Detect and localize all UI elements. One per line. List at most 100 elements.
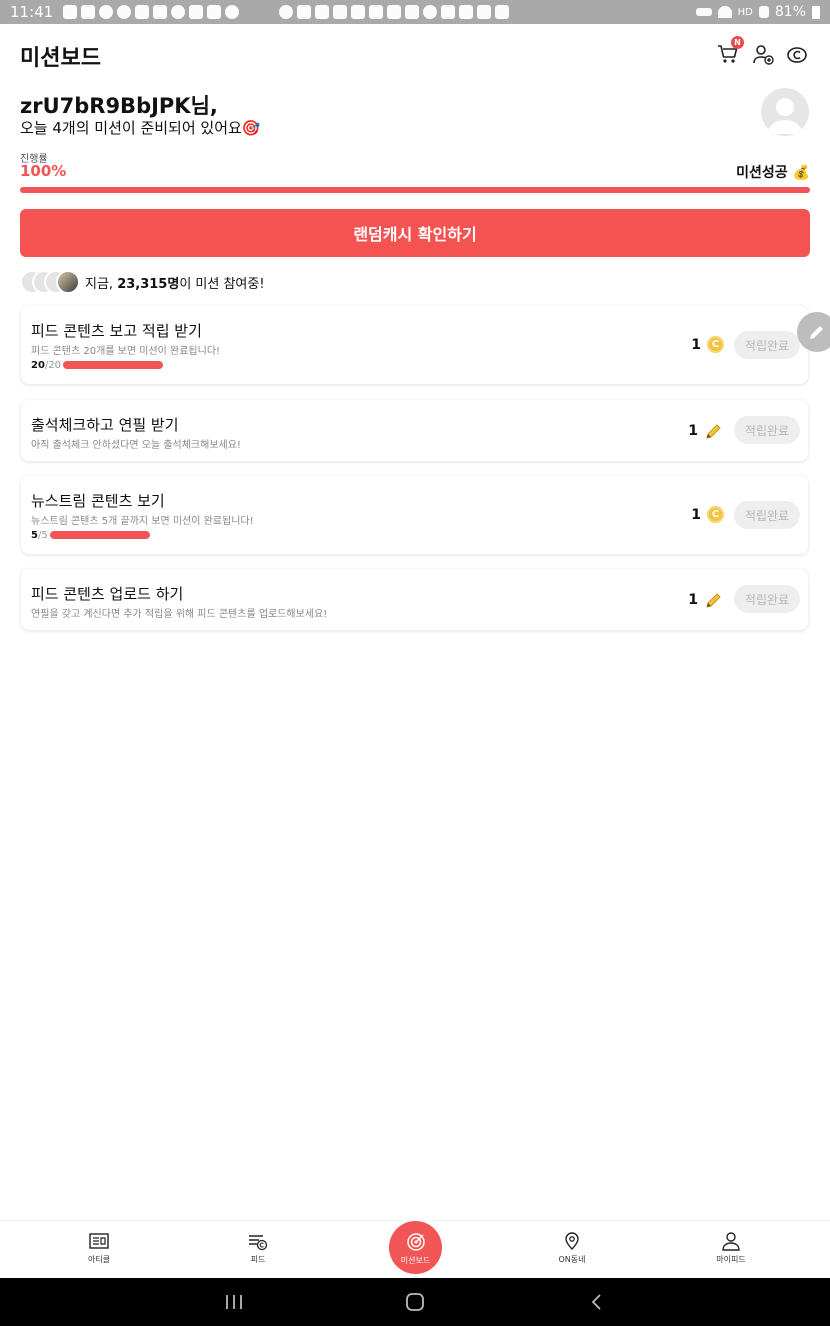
feed-icon [249,1235,268,1251]
profile-icon [722,1232,740,1251]
mission-card[interactable]: 출석체크하고 연필 받기 아직 출석체크 안하셨다면 오늘 출석체크해보세요! … [21,400,808,461]
participant-prefix: 지금, [85,276,118,292]
home-icon[interactable] [405,1292,425,1312]
app-header: 미션보드 N [0,24,830,82]
claim-complete-button[interactable]: 적립완료 [734,585,800,613]
mission-title: 뉴스트림 콘텐츠 보기 [31,492,165,510]
add-friend-button[interactable] [751,42,775,66]
pencil-icon [810,326,823,339]
floating-edit-button[interactable] [797,312,830,352]
nav-article[interactable]: 아티클 [59,1231,139,1265]
nav-feed[interactable]: 피드 [218,1231,298,1265]
page-title: 미션보드 [20,46,101,71]
app-icon [99,5,114,19]
participant-avatars [20,270,80,294]
participants-row: 지금, 23,315명이 미션 참여중! [20,270,265,294]
user-icon [767,98,803,134]
mission-title: 피드 콘텐츠 업로드 하기 [31,585,184,603]
system-navigation-bar [0,1278,830,1326]
avatar[interactable] [761,88,809,136]
nav-label: ON동네 [558,1255,586,1264]
mission-card[interactable]: 뉴스트림 콘텐츠 보기 뉴스트림 콘텐츠 5개 끝까지 보면 미션이 완료됩니다… [21,476,808,554]
mission-description: 피드 콘텐츠 20개를 보면 미션이 완료됩니다! [31,346,221,357]
key-icon [695,8,712,16]
mission-card[interactable]: 피드 콘텐츠 업로드 하기 연필을 갖고 계신다면 추가 적립을 위해 피드 콘… [21,569,808,630]
nav-my-feed[interactable]: 마이피드 [691,1231,771,1265]
progress-value: 100% [20,162,67,180]
coin-icon: C [707,506,724,523]
signal-icon [758,6,769,18]
app-icon [117,5,132,19]
mission-card[interactable]: 피드 콘텐츠 보고 적립 받기 피드 콘텐츠 20개를 보면 미션이 완료됩니다… [21,306,808,384]
user-add-icon [753,45,774,65]
app-icon [369,5,384,19]
chat-icon [63,5,78,19]
new-badge: N [731,36,744,49]
mission-reward: 1 [688,421,724,441]
claim-complete-button[interactable]: 적립완료 [734,331,800,359]
gear-icon [279,5,294,19]
location-pin-icon [565,1232,579,1250]
progress-done: 20 [31,360,45,371]
target-icon [406,1233,425,1251]
nav-on-town[interactable]: ON동네 [532,1231,612,1265]
pencil-icon [706,424,721,439]
app-icon [351,5,366,19]
talk-icon [81,5,96,19]
random-cash-button[interactable]: 랜덤캐시 확인하기 [20,209,810,257]
article-icon [89,1233,109,1249]
app-icon [189,5,204,19]
mission-reward: 1 [688,590,724,610]
app-icon [315,5,330,19]
gear-icon [171,5,186,19]
mission-progress: 20/20 [31,360,164,371]
cash-icon [787,47,807,63]
status-right: HD 81% [695,4,820,20]
claim-complete-button[interactable]: 적립완료 [734,501,800,529]
recent-apps-icon[interactable] [224,1293,244,1311]
battery-percent: 81% [774,4,806,20]
mission-description: 아직 출석체크 안하셨다면 오늘 출석체크해보세요! [31,440,241,451]
app-icon [225,5,240,19]
cash-button[interactable] [785,42,809,66]
play-icon [477,5,492,19]
notification-icons-2 [279,5,510,19]
battery-icon [812,5,820,19]
progress-bar [20,187,810,193]
avatar [56,270,80,294]
app-icon [423,5,438,19]
mail-icon [333,5,348,19]
mission-title: 피드 콘텐츠 보고 적립 받기 [31,322,202,340]
mission-title: 출석체크하고 연필 받기 [31,416,179,434]
mission-success-label: 미션성공 💰 [736,165,810,181]
reward-amount: 1 [688,592,698,608]
gmail-icon [297,5,312,19]
progress-total: /20 [44,360,62,371]
mission-reward: 1C [691,336,724,353]
progress-done: 5 [31,530,38,541]
nav-label: 미션보드 [400,1256,431,1265]
back-icon[interactable] [590,1293,604,1311]
mission-progress-bar [63,361,164,369]
mission-description: 연필을 갖고 계신다면 추가 적립을 위해 피드 콘텐츠를 업로드해보세요! [31,609,328,620]
nav-label: 아티클 [87,1255,111,1264]
cart-button[interactable]: N [716,36,744,66]
user-greeting: zrU7bR9BbJPK님, [20,94,218,118]
status-bar: 11:41 HD 81% [0,0,830,24]
mission-progress-bar [49,531,150,539]
participant-count-text: 지금, 23,315명이 미션 참여중! [85,273,265,292]
status-time: 11:41 [10,3,54,21]
reward-amount: 1 [691,336,701,353]
progress-total: /5 [37,530,48,541]
mission-progress: 5/5 [31,530,150,541]
nav-mission-board[interactable]: 미션보드 [389,1221,442,1274]
nav-label: 마이피드 [716,1255,746,1264]
pencil-icon [706,593,721,608]
mission-count-text: 오늘 4개의 미션이 준비되어 있어요🎯 [20,119,261,137]
app-icon [387,5,402,19]
claim-complete-button[interactable]: 적립완료 [734,416,800,444]
participant-count: 23,315명 [117,276,180,292]
image-icon [441,5,456,19]
app-icon [207,5,222,19]
progress-fill [20,187,810,193]
